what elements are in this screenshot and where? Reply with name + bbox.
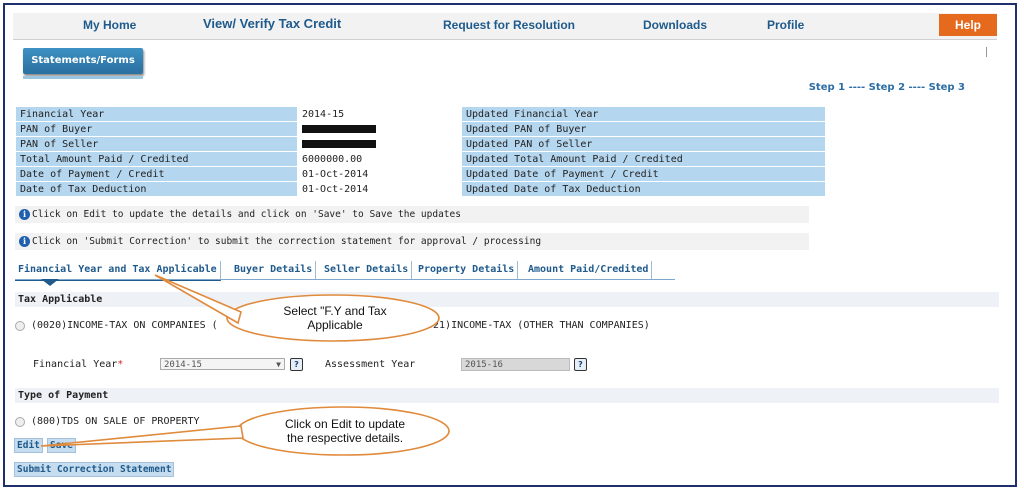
edit-callout-text: Click on Edit to update the respective d… [267, 417, 423, 445]
page-frame: My Home View/ Verify Tax Credit Request … [3, 3, 1017, 487]
fy-callout-pointer [154, 274, 242, 325]
edit-callout-line: Click on Edit to update [284, 417, 406, 431]
edit-callout-line: the respective details. [286, 431, 404, 445]
edit-callout-pointer [40, 425, 244, 447]
fy-callout-line: Applicable [307, 318, 363, 332]
fy-callout-text: Select "F.Y and Tax Applicable [267, 304, 403, 332]
annotation-overlay [40, 274, 450, 456]
fy-callout-line: Select "F.Y and Tax [283, 304, 387, 318]
